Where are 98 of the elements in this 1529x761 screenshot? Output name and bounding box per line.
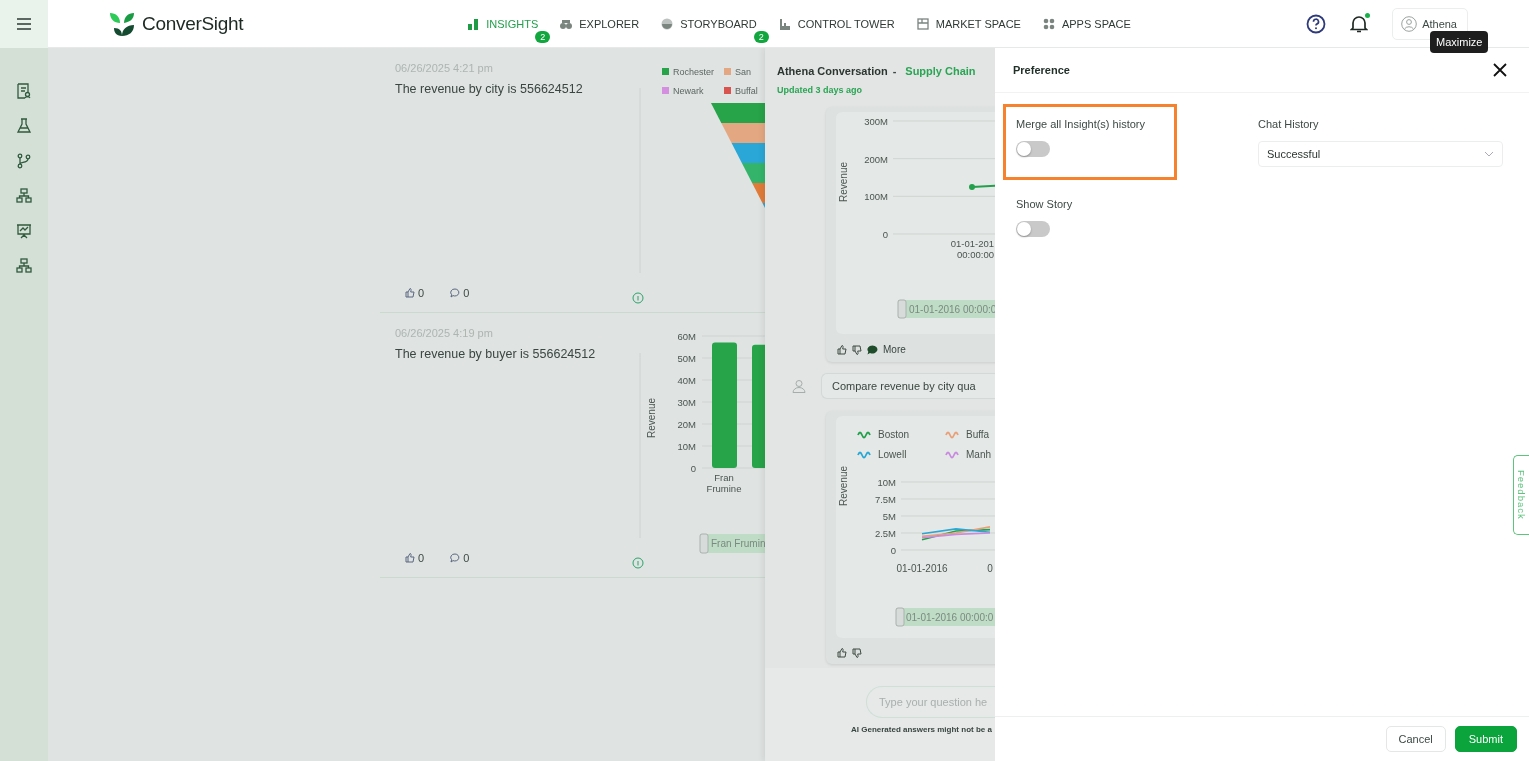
range-slider[interactable]	[699, 533, 765, 554]
tick-label: 10M	[877, 477, 896, 488]
count-badge: 2	[535, 30, 551, 43]
like-count[interactable]: 0	[405, 552, 425, 564]
tick-label: 0	[690, 463, 696, 474]
nav-tab[interactable]: MARKET SPACE	[916, 17, 1021, 30]
thumbs-up-icon	[405, 288, 415, 298]
hierarchy-icon[interactable]	[16, 188, 32, 204]
thumbs-down-icon[interactable]	[852, 344, 862, 355]
field-label: Merge all Insight(s) history	[1016, 118, 1146, 130]
help-icon[interactable]	[1306, 13, 1327, 34]
thumbs-up-icon	[405, 553, 415, 563]
nav-tab[interactable]: APPS SPACE	[1042, 17, 1131, 30]
tick-label: 2.5M	[874, 528, 896, 539]
updated-time: Updated 3 days ago	[777, 85, 864, 95]
nav-tab[interactable]: CONTROL TOWER	[778, 17, 895, 30]
toggle-switch[interactable]	[1016, 221, 1050, 237]
tick-label: 30M	[677, 397, 696, 408]
comment-count[interactable]: 0	[450, 552, 470, 564]
axis-title: Revenue	[838, 466, 849, 506]
tick-label: 60M	[677, 331, 696, 342]
slider-label: Fran Frumin	[711, 538, 765, 549]
nav-icon	[560, 17, 573, 30]
tick-label: 0	[882, 229, 888, 240]
bell-icon	[1350, 13, 1369, 34]
insight-text: The revenue by city is 556624512	[395, 82, 584, 96]
cancel-button[interactable]: Cancel	[1385, 726, 1446, 752]
logo-text: ConverSight	[142, 12, 244, 35]
flask-icon[interactable]	[16, 118, 32, 134]
thumbs-up-icon[interactable]	[837, 648, 847, 658]
legend-label[interactable]: Buffal	[735, 86, 758, 96]
panel-title: Preference	[1013, 64, 1070, 76]
tick-label: 5M	[882, 511, 896, 522]
hierarchy-icon[interactable]	[16, 258, 32, 274]
field-label: Chat History	[1258, 118, 1320, 130]
nav-icon	[1042, 17, 1055, 30]
tick-label: 01-01-2016	[896, 563, 948, 574]
disclaimer-text: AI Generated answers might not be a	[851, 725, 993, 734]
nav-icon	[778, 17, 791, 30]
tick-label: 40M	[677, 375, 696, 386]
nav-tab[interactable]: EXPLORER	[560, 17, 640, 30]
legend-label[interactable]: Manh	[966, 449, 991, 460]
insight-text: The revenue by buyer is 556624512	[395, 347, 597, 361]
legend-label[interactable]: Lowell	[878, 449, 907, 460]
menu-icon	[17, 17, 31, 30]
notification-button[interactable]	[1350, 13, 1369, 34]
tick-label: 7.5M	[874, 494, 896, 505]
slider-label: 01-01-2016 00:00:0	[909, 304, 995, 315]
question-input[interactable]: Type your question he	[866, 686, 995, 718]
nav-icon	[467, 17, 480, 30]
thumbs-up-icon[interactable]	[837, 344, 847, 355]
field-label: Show Story	[1016, 198, 1074, 210]
comment-count[interactable]: 0	[450, 287, 470, 299]
comment-icon	[450, 288, 461, 298]
branch-icon[interactable]	[16, 153, 32, 169]
tick-label: 01-01-201 00:00:00	[950, 238, 994, 260]
menu-button[interactable]	[0, 0, 48, 48]
presentation-icon[interactable]	[16, 223, 32, 239]
comment-icon	[450, 553, 461, 563]
more-link[interactable]: More	[883, 344, 906, 355]
legend-label[interactable]: Newark	[673, 86, 704, 96]
title-separator: -	[892, 65, 897, 77]
count-badge: 2	[753, 30, 769, 43]
legend-label[interactable]: Rochester	[673, 67, 715, 77]
data-point[interactable]	[969, 183, 975, 190]
report-icon[interactable]	[16, 83, 32, 99]
chat-history-select[interactable]: Successful	[1258, 141, 1503, 167]
like-count[interactable]: 0	[405, 287, 425, 299]
comment-icon[interactable]	[867, 344, 878, 355]
tick-label: 300M	[864, 116, 888, 127]
axis-title: Revenue	[646, 398, 657, 438]
question-bubble: Compare revenue by city qua	[821, 373, 995, 399]
toggle-switch[interactable]	[1016, 141, 1050, 157]
slider-label: 01-01-2016 00:00:0	[906, 612, 994, 623]
tick-label: 0	[890, 545, 896, 556]
tooltip: Maximize	[1430, 31, 1489, 53]
tick-label: 0	[987, 563, 993, 574]
legend-label[interactable]: Boston	[878, 429, 910, 440]
tick-label: 100M	[864, 191, 888, 203]
legend-label[interactable]: Buffa	[966, 429, 990, 440]
category-label: Fran Frumine	[706, 472, 742, 494]
tick-label: 50M	[677, 353, 696, 364]
axis-title: Revenue	[838, 162, 849, 202]
nav-icon	[916, 17, 929, 30]
logo-icon	[108, 10, 136, 37]
user-icon	[792, 379, 806, 393]
tick-label: 10M	[677, 441, 696, 452]
thumbs-down-icon[interactable]	[852, 648, 862, 658]
tick-label: 200M	[864, 153, 888, 165]
range-slider[interactable]	[897, 299, 995, 319]
close-icon[interactable]	[1493, 63, 1507, 77]
legend-label[interactable]: San	[735, 67, 751, 77]
nav-icon	[661, 17, 674, 30]
conversation-title: Athena Conversation	[777, 65, 888, 77]
range-slider[interactable]	[895, 607, 995, 627]
user-icon	[1401, 15, 1418, 32]
tick-label: 20M	[677, 419, 696, 430]
chevron-down-icon	[1484, 151, 1494, 157]
